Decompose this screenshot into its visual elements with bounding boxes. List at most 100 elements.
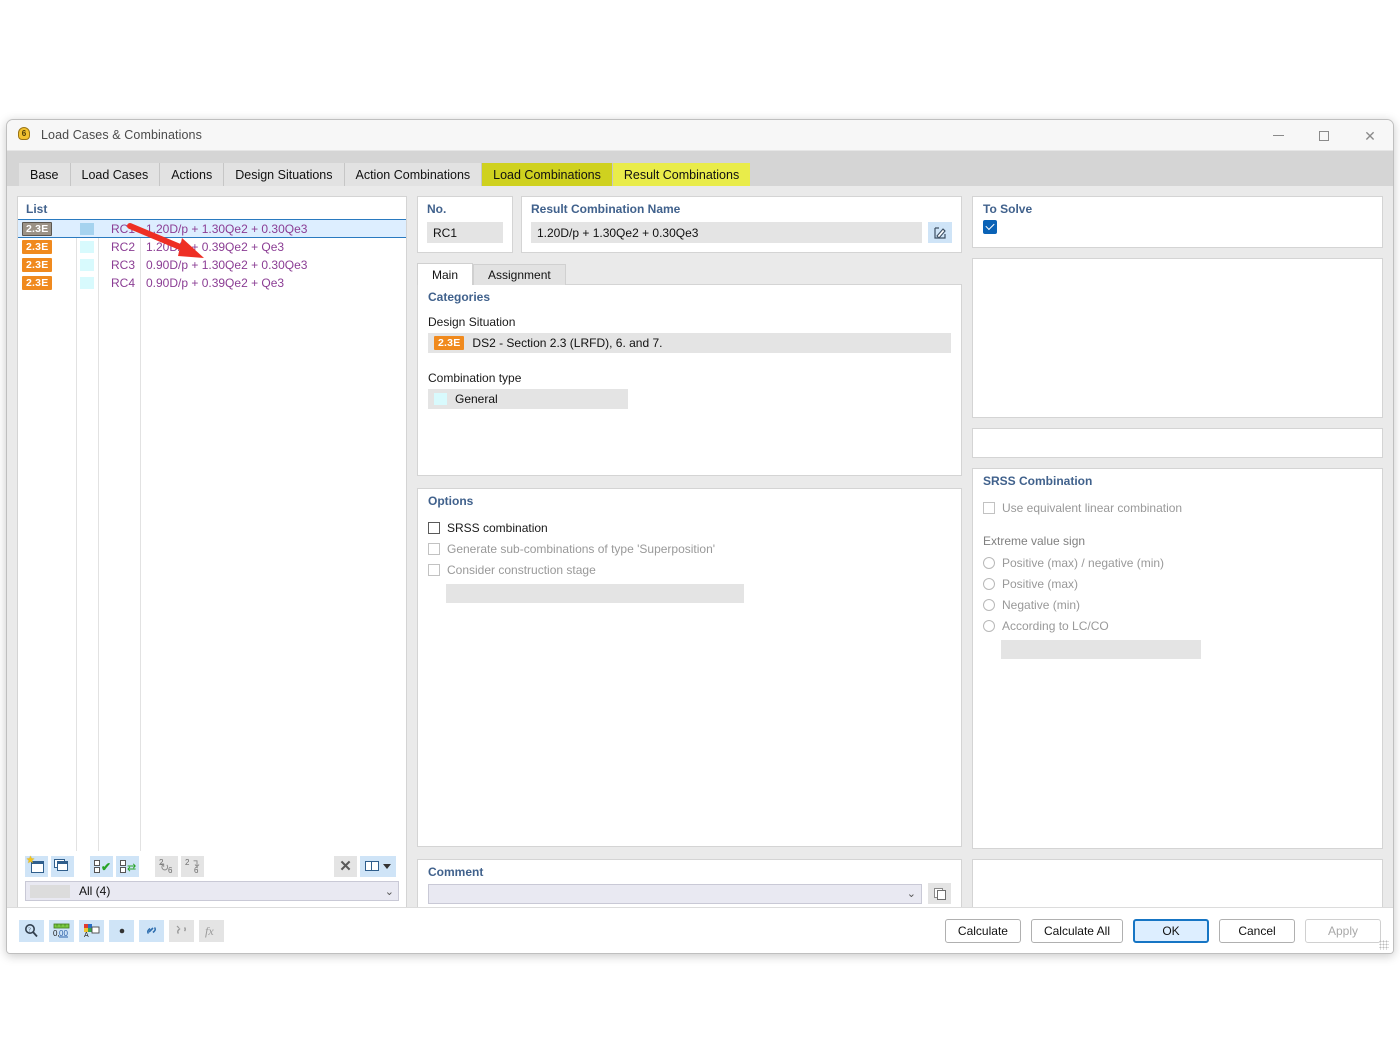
svg-text:?: ? [28,927,31,933]
right-blank-panel-lower [972,859,1383,909]
radio-according-to-lc-co: According to LC/CO [973,615,1382,636]
radio-positive-max: Positive (max) [973,573,1382,594]
main-tabstrip-container: Base Load Cases Actions Design Situation… [7,151,1393,186]
footer-buttons: Calculate Calculate All OK Cancel Apply [944,918,1381,943]
columns-icon[interactable] [360,855,396,877]
number-label: No. [427,202,447,216]
table-row[interactable]: 2.3E RC1 1.20D/p + 1.30Qe2 + 0.30Qe3 [18,219,406,238]
minimize-icon[interactable] [1255,120,1301,151]
radio-label: Negative (min) [1002,597,1081,612]
radio-negative-min: Negative (min) [973,594,1382,615]
colors-dialog-icon[interactable]: A [79,919,104,942]
tab-base[interactable]: Base [19,163,71,186]
combination-type-value: General [455,392,498,406]
comment-fieldset: Comment ⌄ [417,859,962,909]
footer-toolbar: ? 0, 00 A fx [19,919,224,942]
design-situation-label: Design Situation [428,315,516,329]
renumber-icon: 2 6 ↻ [155,855,178,877]
radio-button [983,556,995,569]
table-row[interactable]: 2.3E RC3 0.90D/p + 1.30Qe2 + 0.30Qe3 [18,256,406,274]
radio-button [983,619,995,632]
edit-pencil-icon[interactable] [928,222,952,243]
number-input[interactable]: RC1 [427,222,503,243]
options-fieldset: Options SRSS combination Generate sub-co… [417,488,962,847]
dialog-footer: ? 0, 00 A fx Calculate Calculate All OK … [7,907,1393,953]
cancel-button[interactable]: Cancel [1219,918,1295,943]
name-field-group: Result Combination Name 1.20D/p + 1.30Qe… [521,196,962,253]
comment-combo-input[interactable]: ⌄ [428,883,922,904]
checkbox-consider-construction-stage [428,563,440,576]
checkbox-srss-combination[interactable] [428,521,440,534]
categories-fieldset: Categories Design Situation 2.3E DS2 - S… [417,284,962,476]
color-swatch-cell [76,241,98,253]
tab-load-combinations[interactable]: Load Combinations [482,163,613,186]
apply-button: Apply [1305,918,1381,943]
to-solve-legend: To Solve [983,202,1033,216]
design-situation-cell: 2.3E [18,221,76,236]
calculate-button[interactable]: Calculate [944,918,1021,943]
new-combination-icon[interactable]: ★ [25,855,48,877]
ok-button[interactable]: OK [1133,918,1209,943]
tab-main[interactable]: Main [417,263,474,285]
tab-load-cases[interactable]: Load Cases [70,163,161,186]
srss-use-equivalent-linear: Use equivalent linear combination [973,497,1382,518]
right-blank-panel-upper [972,258,1383,418]
combination-type-value-row[interactable]: General [428,389,628,409]
name-label: Result Combination Name [531,202,681,216]
radio-label: Positive (max) [1002,576,1079,591]
comment-row: ⌄ [418,883,961,904]
color-swatch [80,259,94,271]
duplicate-combination-icon[interactable] [51,855,74,877]
main-content-tabs-wrap: Main Assignment Categories Design Situat… [417,263,962,909]
dot-icon[interactable] [109,919,134,942]
option-srss-combination[interactable]: SRSS combination [418,517,961,538]
svg-text:fx: fx [205,924,214,938]
combinations-table[interactable]: 2.3E RC1 1.20D/p + 1.30Qe2 + 0.30Qe3 2.3… [18,219,406,851]
right-panel: To Solve SRSS Combination Use equivalent… [972,196,1383,909]
name-input[interactable]: 1.20D/p + 1.30Qe2 + 0.30Qe3 [531,222,922,243]
invert-selection-icon[interactable]: ⇄ [116,855,139,877]
row-number: RC1 [110,221,135,236]
unlink-icon [169,919,194,942]
select-all-icon[interactable]: ✔ [90,855,113,877]
tab-actions[interactable]: Actions [160,163,225,186]
color-swatch [80,222,94,235]
radio-label: Positive (max) / negative (min) [1002,555,1165,570]
resize-grip[interactable] [1379,940,1389,950]
copy-icon[interactable] [928,883,951,904]
design-situation-cell: 2.3E [18,258,76,272]
link-icon[interactable] [139,919,164,942]
units-0-00-icon[interactable]: 0, 00 [49,919,74,942]
checkbox-generate-subcombinations [428,542,440,555]
magnifier-icon[interactable]: ? [19,919,44,942]
radio-button [983,577,995,590]
to-solve-checkbox[interactable] [983,220,997,234]
close-icon[interactable]: ✕ [1347,120,1393,151]
design-situation-value-row[interactable]: 2.3E DS2 - Section 2.3 (LRFD), 6. and 7. [428,333,951,353]
option-label: Generate sub-combinations of type 'Super… [447,541,716,556]
tab-design-situations[interactable]: Design Situations [224,163,345,186]
option-generate-subcombinations: Generate sub-combinations of type 'Super… [418,538,961,559]
delete-icon[interactable]: ✕ [334,855,357,877]
comment-legend: Comment [428,865,484,879]
tab-assignment[interactable]: Assignment [473,264,566,285]
filter-value: All (4) [79,884,111,898]
row-number: RC4 [110,276,135,290]
tab-action-combinations[interactable]: Action Combinations [344,163,483,186]
tab-result-combinations[interactable]: Result Combinations [612,163,751,186]
design-situation-cell: 2.3E [18,240,76,254]
table-row[interactable]: 2.3E RC2 1.20D/p + 0.39Qe2 + Qe3 [18,238,406,256]
maximize-icon[interactable] [1301,120,1347,151]
extreme-value-sign-label: Extreme value sign [983,534,1086,548]
categories-legend: Categories [428,290,491,304]
chevron-down-icon: ⌄ [384,885,394,898]
inner-tabstrip: Main Assignment [417,263,962,285]
checkbox-use-equivalent-linear [983,501,995,514]
radio-positive-max-negative-min: Positive (max) / negative (min) [973,552,1382,573]
list-filter-combo[interactable]: All (4) ⌄ [25,881,399,901]
table-row[interactable]: 2.3E RC4 0.90D/p + 0.39Qe2 + Qe3 [18,274,406,292]
calculate-all-button[interactable]: Calculate All [1030,918,1123,943]
list-toolbar: ★ ✔ ⇄ 2 6 ↻ 2 6 ↴ ✕ [18,851,406,881]
construction-stage-field [446,584,744,603]
list-panel: List 2.3E RC1 1.20D/p + 1.30Qe2 + 0.30Qe… [17,196,407,909]
